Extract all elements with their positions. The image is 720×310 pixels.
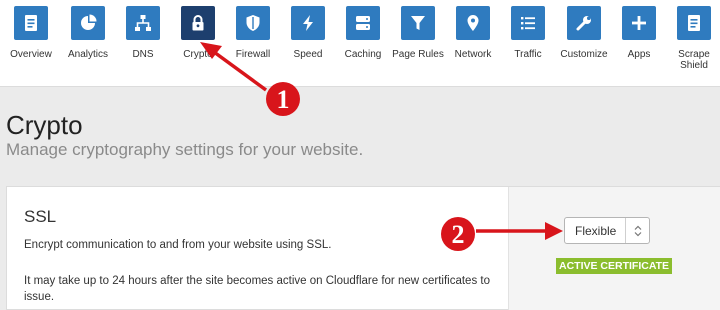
lightning-icon (291, 6, 325, 40)
pie-chart-icon (71, 6, 105, 40)
nav-label-traffic: Traffic (514, 49, 542, 60)
nav-item-scrape-shield[interactable]: Scrape Shield (666, 6, 720, 86)
nav-item-page-rules[interactable]: Page Rules (390, 6, 446, 86)
nav-item-network[interactable]: Network (445, 6, 501, 86)
ssl-card: SSL Encrypt communication to and from yo… (6, 186, 720, 310)
nav-item-firewall[interactable]: Firewall (225, 6, 281, 86)
lock-icon (181, 6, 215, 40)
annotation-callout-1: 1 (266, 82, 300, 116)
nav-label-firewall: Firewall (235, 49, 271, 60)
plus-icon (622, 6, 656, 40)
nav-label-analytics: Analytics (67, 49, 108, 60)
page-title: Crypto (6, 110, 83, 140)
nav-item-dns[interactable]: DNS (115, 6, 171, 86)
nav-label-overview: Overview (10, 49, 52, 60)
ssl-note: It may take up to 24 hours after the sit… (24, 275, 490, 303)
nav-label-apps: Apps (627, 49, 651, 60)
nav-label-crypto: Crypto (183, 49, 213, 60)
top-navigation: Overview Analytics DNS Crypto Firewall S… (0, 0, 720, 87)
location-pin-icon (456, 6, 490, 40)
nav-label-page-rules: Page Rules (392, 49, 444, 60)
nav-item-speed[interactable]: Speed (280, 6, 336, 86)
nav-label-network: Network (454, 49, 492, 60)
nav-item-traffic[interactable]: Traffic (500, 6, 556, 86)
status-badge: ACTIVE CERTIFICATE (556, 258, 673, 274)
document-icon (677, 6, 711, 40)
nav-label-speed: Speed (293, 49, 323, 60)
ssl-mode-select[interactable]: Flexible (564, 217, 650, 244)
nav-item-caching[interactable]: Caching (335, 6, 391, 86)
nav-label-dns: DNS (132, 49, 154, 60)
wrench-icon (567, 6, 601, 40)
nav-item-analytics[interactable]: Analytics (60, 6, 116, 86)
shield-icon (236, 6, 270, 40)
filter-icon (401, 6, 435, 40)
network-tree-icon (126, 6, 160, 40)
select-arrows-icon (625, 218, 649, 243)
server-icon (346, 6, 380, 40)
nav-label-customize: Customize (560, 49, 608, 60)
nav-label-scrape-shield: Scrape Shield (678, 49, 710, 71)
nav-item-apps[interactable]: Apps (611, 6, 667, 86)
nav-item-customize[interactable]: Customize (556, 6, 612, 86)
callout-number-1: 1 (277, 85, 290, 114)
page-subtitle: Manage cryptography settings for your we… (6, 140, 364, 159)
ssl-description: Encrypt communication to and from your w… (24, 239, 332, 251)
ssl-controls-panel (508, 187, 720, 310)
nav-label-caching: Caching (344, 49, 382, 60)
ssl-title: SSL (24, 207, 57, 226)
nav-item-overview[interactable]: Overview (3, 6, 59, 86)
nav-item-crypto[interactable]: Crypto (170, 6, 226, 86)
list-icon (511, 6, 545, 40)
document-icon (14, 6, 48, 40)
ssl-mode-value: Flexible (575, 224, 617, 238)
